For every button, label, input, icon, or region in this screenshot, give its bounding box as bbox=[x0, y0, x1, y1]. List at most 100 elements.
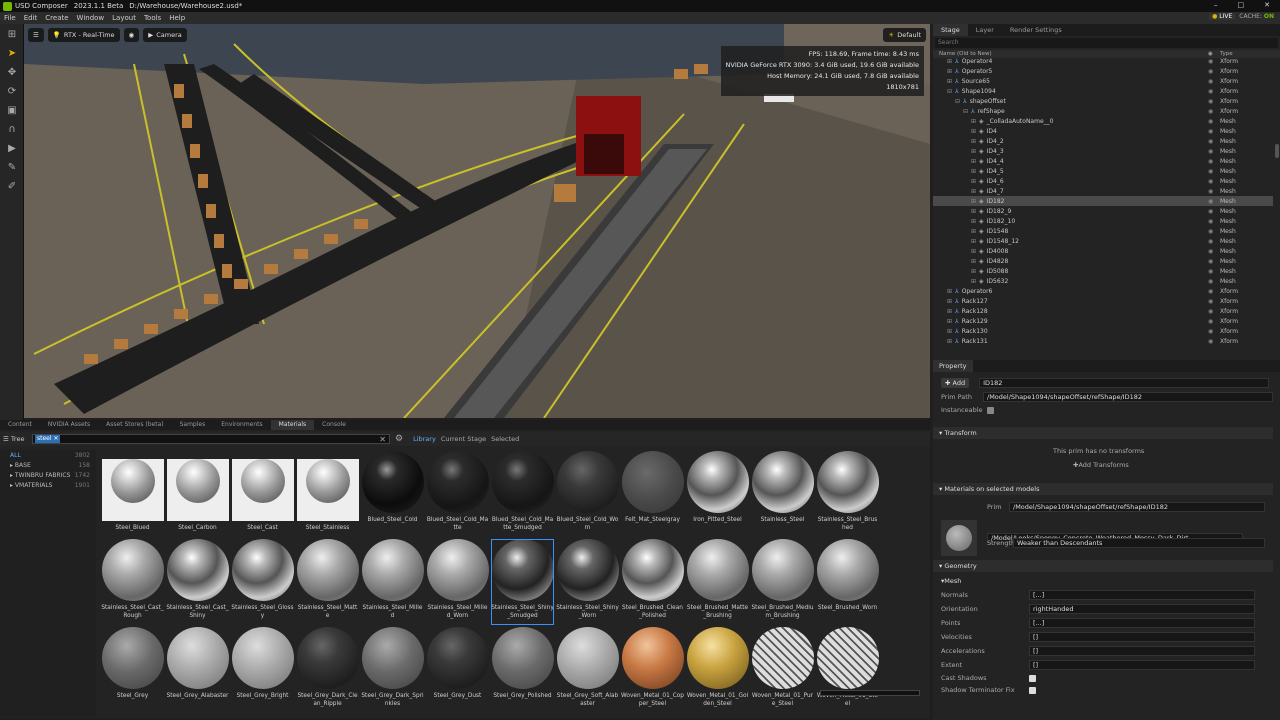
visibility-eye-icon[interactable]: ◉ bbox=[1208, 108, 1220, 115]
category-item[interactable]: ▸ BASE 158 bbox=[0, 460, 96, 470]
material-tile[interactable]: Steel_Grey bbox=[100, 626, 165, 714]
expand-icon[interactable]: ⊞ bbox=[947, 308, 952, 315]
geometry-section[interactable]: ▾ Geometry bbox=[933, 560, 1273, 572]
material-tile[interactable]: Steel_Grey_Soft_Alabaster bbox=[555, 626, 620, 714]
geometry-value[interactable]: [] bbox=[1029, 632, 1255, 642]
expand-icon[interactable]: ⊞ bbox=[947, 288, 952, 295]
expand-icon[interactable]: ⊞ bbox=[971, 148, 976, 155]
menu-create[interactable]: Create bbox=[41, 14, 72, 22]
rotate-icon[interactable]: ⟳ bbox=[4, 84, 20, 100]
expand-icon[interactable]: ⊞ bbox=[971, 238, 976, 245]
visibility-eye-icon[interactable]: ◉ bbox=[1208, 68, 1220, 75]
strength-dropdown[interactable]: Weaker than Descendants bbox=[1013, 538, 1265, 548]
material-tile[interactable]: Steel_Blued bbox=[100, 450, 165, 538]
stage-tree-row[interactable]: ⊞ ⅄ Rack129 ◉ Xform bbox=[933, 316, 1273, 326]
geometry-checkbox[interactable] bbox=[1029, 674, 1036, 682]
stage-tree-row[interactable]: ⊞ ◈ ID4008 ◉ Mesh bbox=[933, 246, 1273, 256]
material-tile[interactable]: Blued_Steel_Cold_Matte_Smudged bbox=[490, 450, 555, 538]
visibility-eye-icon[interactable]: ◉ bbox=[1208, 178, 1220, 185]
material-tile[interactable]: Blued_Steel_Cold_Worn bbox=[555, 450, 620, 538]
expand-icon[interactable]: ⊞ bbox=[971, 128, 976, 135]
material-tile[interactable]: Steel_Grey_Dark_Sprinkles bbox=[360, 626, 425, 714]
stage-tree-row[interactable]: ⊞ ◈ _ColladaAutoName__0 ◉ Mesh bbox=[933, 116, 1273, 126]
material-tile[interactable]: Stainless_Steel_Shiny_Worn bbox=[555, 538, 620, 626]
visibility-eye-icon[interactable]: ◉ bbox=[1208, 218, 1220, 225]
stage-tree-row[interactable]: ⊞ ◈ ID4_4 ◉ Mesh bbox=[933, 156, 1273, 166]
visibility-eye-icon[interactable]: ◉ bbox=[1208, 168, 1220, 175]
material-tile[interactable]: Steel_Brushed_Worn bbox=[815, 538, 880, 626]
expand-icon[interactable]: ⊞ bbox=[971, 158, 976, 165]
live-button[interactable]: ● LIVE bbox=[1209, 13, 1236, 20]
expand-icon[interactable]: ⊞ bbox=[971, 268, 976, 275]
expand-icon[interactable]: ⊞ bbox=[971, 198, 976, 205]
expand-icon[interactable]: ⊞ bbox=[971, 168, 976, 175]
visibility-eye-icon[interactable]: ◉ bbox=[1208, 248, 1220, 255]
stage-tree-row[interactable]: ⊞ ⅄ Rack130 ◉ Xform bbox=[933, 326, 1273, 336]
gear-icon[interactable]: ⚙ bbox=[395, 434, 403, 444]
stage-tree-row[interactable]: ⊞ ◈ ID1548 ◉ Mesh bbox=[933, 226, 1273, 236]
expand-icon[interactable]: ⊞ bbox=[971, 188, 976, 195]
stage-tree-row[interactable]: ⊞ ◈ ID4828 ◉ Mesh bbox=[933, 256, 1273, 266]
material-tile[interactable]: Stainless_Steel_Milled bbox=[360, 538, 425, 626]
expand-icon[interactable]: ⊟ bbox=[963, 108, 968, 115]
menu-edit[interactable]: Edit bbox=[20, 14, 42, 22]
visibility-eye-icon[interactable]: ◉ bbox=[1208, 338, 1220, 345]
visibility-eye-icon[interactable]: ◉ bbox=[1208, 78, 1220, 85]
material-tile[interactable]: Steel_Cast bbox=[230, 450, 295, 538]
asset-search-input[interactable]: steel ✕ ✕ bbox=[32, 434, 390, 444]
tab-property[interactable]: Property bbox=[933, 360, 973, 372]
search-chip[interactable]: steel ✕ bbox=[35, 435, 61, 443]
stage-tree-row[interactable]: ⊞ ◈ ID182 ◉ Mesh bbox=[933, 196, 1273, 206]
visibility-eye-icon[interactable]: ◉ bbox=[1208, 98, 1220, 105]
menu-help[interactable]: Help bbox=[165, 14, 189, 22]
material-tile[interactable]: Stainless_Steel_Cast_Rough bbox=[100, 538, 165, 626]
tab-nvidia-assets[interactable]: NVIDIA Assets bbox=[40, 420, 98, 430]
tab-console[interactable]: Console bbox=[314, 420, 354, 430]
prim-path-field[interactable]: /Model/Shape1094/shapeOffset/refShape/ID… bbox=[983, 392, 1273, 402]
cache-status[interactable]: CACHE: ON bbox=[1239, 13, 1274, 20]
category-item[interactable]: ▸ VMATERIALS 1901 bbox=[0, 480, 96, 490]
stage-tree-row[interactable]: ⊞ ⅄ Operator5 ◉ Xform bbox=[933, 66, 1273, 76]
visibility-eye-icon[interactable]: ◉ bbox=[1208, 188, 1220, 195]
stage-tree-row[interactable]: ⊞ ◈ ID1548_12 ◉ Mesh bbox=[933, 236, 1273, 246]
stage-tree-row[interactable]: ⊞ ⅄ Rack131 ◉ Xform bbox=[933, 336, 1273, 346]
tab-current-stage[interactable]: Current Stage bbox=[441, 435, 486, 443]
snap-icon[interactable]: ∩ bbox=[4, 122, 20, 138]
tab-materials[interactable]: Materials bbox=[270, 420, 315, 430]
material-tile[interactable]: Stainless_Steel_Brushed bbox=[815, 450, 880, 538]
stage-tree-row[interactable]: ⊞ ◈ ID182_10 ◉ Mesh bbox=[933, 216, 1273, 226]
expand-icon[interactable]: ⊞ bbox=[947, 58, 952, 65]
stage-tree-row[interactable]: ⊞ ◈ ID4_3 ◉ Mesh bbox=[933, 146, 1273, 156]
expand-icon[interactable]: ⊞ bbox=[947, 78, 952, 85]
stage-scrollbar[interactable] bbox=[1275, 144, 1279, 158]
stage-tree-row[interactable]: ⊞ ◈ ID4_2 ◉ Mesh bbox=[933, 136, 1273, 146]
material-tile[interactable]: Steel_Grey_Bright bbox=[230, 626, 295, 714]
stage-tree-row[interactable]: ⊞ ◈ ID4_6 ◉ Mesh bbox=[933, 176, 1273, 186]
clear-search-icon[interactable]: ✕ bbox=[379, 435, 386, 444]
material-tile[interactable]: Stainless_Steel_Matte bbox=[295, 538, 360, 626]
maximize-icon[interactable]: □ bbox=[1238, 1, 1245, 9]
stage-tree-row[interactable]: ⊟ ⅄ refShape ◉ Xform bbox=[933, 106, 1273, 116]
material-tile[interactable]: Iron_Pitted_Steel bbox=[685, 450, 750, 538]
visibility-eye-icon[interactable]: ◉ bbox=[1208, 328, 1220, 335]
material-tile[interactable]: Blued_Steel_Cold bbox=[360, 450, 425, 538]
stage-search-input[interactable]: Search bbox=[935, 38, 1278, 48]
instanceable-checkbox[interactable] bbox=[987, 406, 994, 414]
visibility-eye-icon[interactable]: ◉ bbox=[1208, 208, 1220, 215]
tab-selected[interactable]: Selected bbox=[491, 435, 519, 443]
renderer-dropdown[interactable]: 💡 RTX - Real-Time bbox=[47, 28, 120, 42]
materials-section[interactable]: ▾ Materials on selected models bbox=[933, 483, 1273, 495]
material-tile[interactable]: Steel_Carbon bbox=[165, 450, 230, 538]
material-tile[interactable]: Steel_Brushed_Clean_Polished bbox=[620, 538, 685, 626]
stage-tree-row[interactable]: ⊞ ◈ ID4_7 ◉ Mesh bbox=[933, 186, 1273, 196]
visibility-eye-icon[interactable]: ◉ bbox=[1208, 148, 1220, 155]
expand-icon[interactable]: ⊞ bbox=[971, 228, 976, 235]
material-tile[interactable]: Steel_Brushed_Medium_Brushing bbox=[750, 538, 815, 626]
tab-asset-stores[interactable]: Asset Stores (beta) bbox=[98, 420, 171, 430]
stage-tree-row[interactable]: ⊞ ⅄ Operator6 ◉ Xform bbox=[933, 286, 1273, 296]
stage-tree-row[interactable]: ⊞ ◈ ID4_5 ◉ Mesh bbox=[933, 166, 1273, 176]
geometry-value[interactable]: [...] bbox=[1029, 590, 1255, 600]
visibility-eye-icon[interactable]: ◉ bbox=[1208, 88, 1220, 95]
transform-section[interactable]: ▾ Transform bbox=[933, 427, 1273, 439]
tab-layer[interactable]: Layer bbox=[968, 24, 1002, 36]
